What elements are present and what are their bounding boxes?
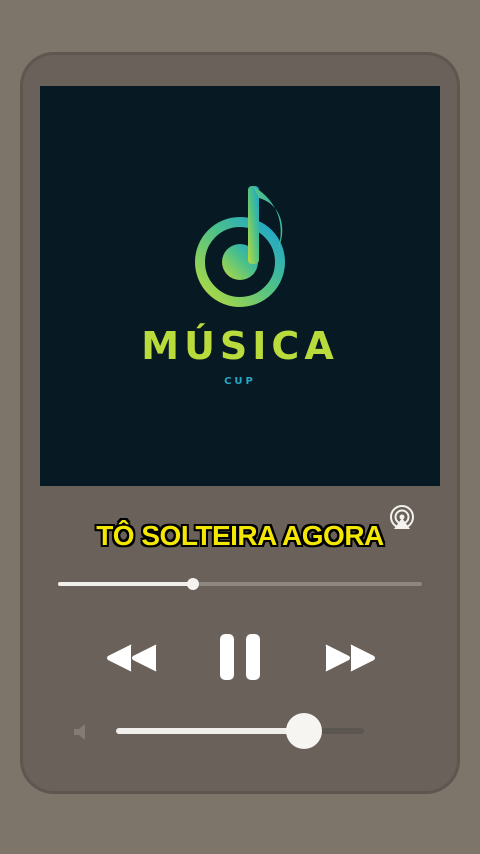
album-artwork: MÚSICA CUP [40,86,440,486]
progress-knob[interactable] [186,578,199,590]
pause-icon[interactable] [218,632,262,682]
music-note-icon [195,186,285,307]
progress-bar[interactable] [58,578,422,590]
brand-subtitle: CUP [224,376,256,387]
rewind-icon[interactable] [104,640,160,676]
lyric-caption: TÔ SOLTEIRA AGORA [96,520,384,551]
fast-forward-icon[interactable] [322,640,378,676]
brand-name: MÚSICA [141,324,339,368]
volume-slider[interactable] [116,713,364,749]
progress-fill [58,582,193,586]
volume-fill [116,728,305,734]
airplay-icon[interactable] [389,504,415,530]
speaker-icon [74,724,85,740]
